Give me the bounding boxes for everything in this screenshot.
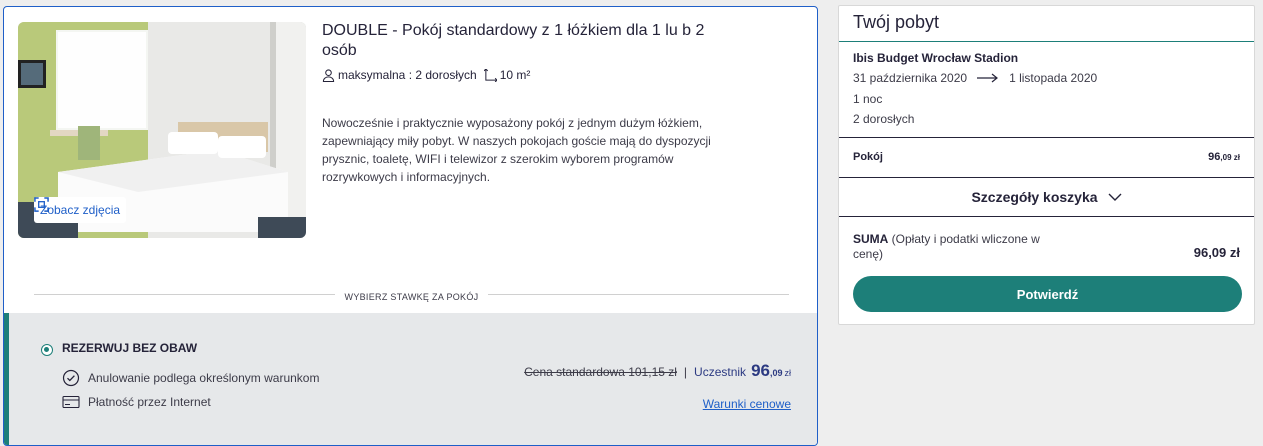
rate-name: REZERWUJ BEZ OBAW bbox=[62, 341, 198, 355]
rate-price: Cena standardowa 101,15 zł | Uczestnik 9… bbox=[524, 361, 791, 381]
room-meta: maksymalna : 2 dorosłych 10 m² bbox=[322, 68, 530, 82]
rate-option[interactable]: REZERWUJ BEZ OBAW Anulowanie podlega okr… bbox=[4, 313, 817, 445]
room-area: 10 m² bbox=[483, 68, 531, 82]
standard-price: Cena standardowa 101,15 zł bbox=[524, 365, 677, 379]
member-label: Uczestnik bbox=[694, 365, 747, 379]
check-in-date: 31 października 2020 bbox=[853, 71, 968, 85]
member-price-main: 96 bbox=[751, 361, 770, 380]
price-separator: | bbox=[683, 365, 688, 379]
price-terms-link[interactable]: Warunki cenowe bbox=[703, 397, 791, 411]
total-value: 96,09 zł bbox=[1193, 245, 1240, 260]
see-photos-label: Zobacz zdjęcia bbox=[40, 203, 121, 217]
guests-count: 2 dorosłych bbox=[853, 112, 915, 126]
stay-summary-title: Twój pobyt bbox=[853, 12, 940, 32]
rate-section-label-text: WYBIERZ STAWKĘ ZA POKÓJ bbox=[334, 292, 489, 302]
cancellation-condition: Anulowanie podlega określonym warunkom bbox=[62, 369, 319, 387]
person-icon bbox=[322, 68, 335, 82]
divider bbox=[839, 177, 1254, 178]
room-area-value: 10 m² bbox=[499, 68, 531, 82]
room-line-price-small: ,09 zł bbox=[1220, 153, 1240, 162]
total-label-strong: SUMA bbox=[853, 232, 889, 246]
room-title: DOUBLE - Pokój standardowy z 1 łóżkiem d… bbox=[322, 22, 705, 59]
rate-section-label: WYBIERZ STAWKĘ ZA POKÓJ bbox=[4, 287, 817, 305]
check-circle-icon bbox=[62, 369, 80, 387]
room-card: Zobacz zdjęcia DOUBLE - Pokój standardow… bbox=[3, 6, 818, 446]
member-price-currency: zł bbox=[784, 368, 792, 378]
rate-radio[interactable] bbox=[41, 344, 53, 356]
hotel-name: Ibis Budget Wrocław Stadion bbox=[853, 51, 1019, 65]
room-description: Nowocześnie i praktycznie wyposażony pok… bbox=[322, 116, 711, 184]
arrow-right-icon bbox=[977, 73, 999, 83]
divider bbox=[839, 216, 1254, 217]
room-line-price: 96,09 zł bbox=[1208, 151, 1240, 163]
stay-dates: 31 października 2020 1 listopada 2020 bbox=[853, 71, 1097, 85]
credit-card-icon bbox=[62, 395, 80, 409]
room-photo[interactable]: Zobacz zdjęcia bbox=[18, 22, 306, 238]
payment-condition: Płatność przez Internet bbox=[62, 393, 211, 411]
stay-summary: Twój pobyt Ibis Budget Wrocław Stadion 3… bbox=[838, 5, 1255, 325]
member-price-decimals: ,09 bbox=[769, 368, 783, 378]
total-label: SUMA (Opłaty i podatki wliczone w cenę) bbox=[853, 232, 1063, 262]
area-icon bbox=[483, 68, 497, 82]
room-line-price-main: 96 bbox=[1208, 151, 1221, 163]
basket-details-toggle[interactable]: Szczegóły koszyka bbox=[839, 189, 1254, 205]
divider bbox=[839, 41, 1254, 42]
check-out-date: 1 listopada 2020 bbox=[1009, 71, 1098, 85]
payment-text: Płatność przez Internet bbox=[88, 395, 211, 409]
cancellation-text: Anulowanie podlega określonym warunkom bbox=[88, 371, 320, 385]
nights-count: 1 noc bbox=[853, 92, 883, 106]
expand-gallery-icon bbox=[34, 197, 49, 212]
room-capacity: maksymalna : 2 dorosłych bbox=[338, 68, 477, 82]
see-photos-button[interactable]: Zobacz zdjęcia bbox=[34, 197, 127, 223]
confirm-button[interactable]: Potwierdź bbox=[853, 276, 1242, 312]
room-line-label: Pokój bbox=[853, 151, 883, 163]
chevron-down-icon bbox=[1108, 193, 1122, 201]
divider bbox=[839, 137, 1254, 138]
basket-details-label: Szczegóły koszyka bbox=[971, 189, 1098, 205]
